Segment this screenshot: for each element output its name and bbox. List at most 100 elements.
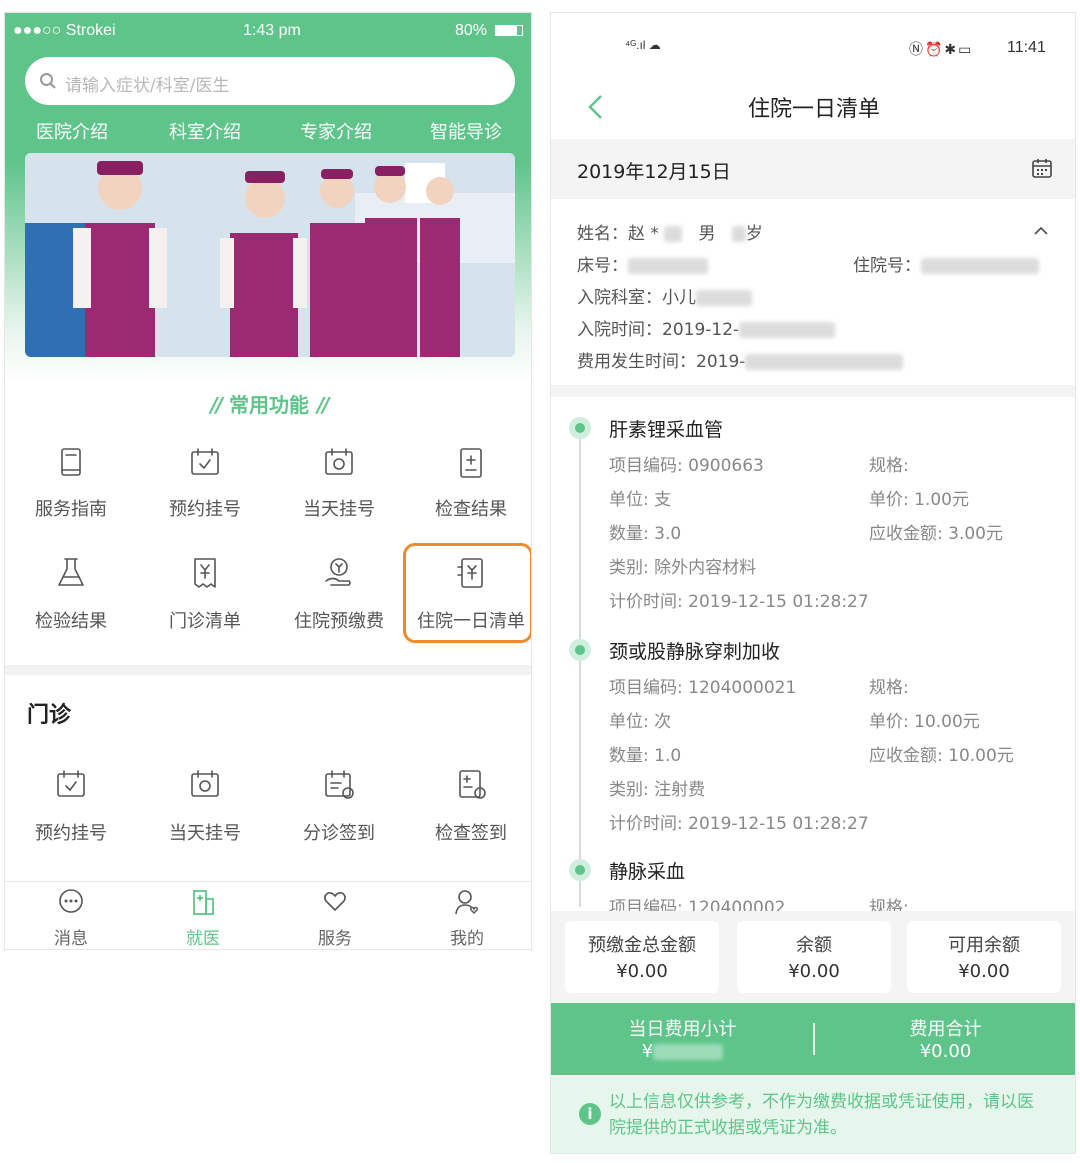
item-price: 单价: 1.00元 [869, 490, 969, 510]
fee-time-value: 2019- [696, 352, 746, 372]
calendar-check-icon [57, 770, 85, 797]
daily-subtotal-value: ¥ [551, 1041, 814, 1062]
item-amount: 应收金额: 3.00元 [869, 524, 1003, 544]
date-bar[interactable]: 2019年12月15日 [551, 143, 1075, 195]
exam-result-label: 检查结果 [435, 499, 507, 520]
item-code: 项目编码: 1204000021 [609, 678, 797, 698]
nav-bar: 住院一日清单 [551, 73, 1075, 139]
notice-text: 以上信息仅供参考，不作为缴费收据或凭证使用，请以医院提供的正式收据或凭证为准。 [609, 1092, 1034, 1138]
battery-icon [495, 25, 523, 36]
redacted-block [628, 258, 708, 274]
same-day-register-label: 当天挂号 [303, 499, 375, 520]
balance-card: 余额 ¥0.00 [737, 921, 891, 993]
date-text: 2019年12月15日 [577, 161, 731, 183]
item-unit: 单位: 次 [609, 712, 672, 732]
status-bar: ⁴ᴳ.ıl ☁ Ⓝ⏰✱▭ 11:41 [551, 13, 1075, 73]
lab-result-label: 检验结果 [35, 611, 107, 632]
timeline-line [579, 427, 581, 907]
available-balance-card: 可用余额 ¥0.00 [907, 921, 1061, 993]
name-row: 姓名：赵 * 男 岁 [577, 219, 763, 244]
available-balance-value: ¥0.00 [958, 961, 1010, 982]
item-spec: 规格: [869, 456, 909, 476]
timeline-dot [569, 859, 591, 881]
banner-photo [25, 153, 515, 357]
inpatient-prepay-label: 住院预缴费 [294, 611, 384, 632]
report-sign-icon [459, 770, 486, 799]
chevron-up-icon[interactable] [1033, 225, 1049, 237]
item-code: 项目编码: 0900663 [609, 456, 764, 476]
item-qty: 数量: 1.0 [609, 746, 682, 766]
timeline-dot [569, 417, 591, 439]
daily-subtotal: 当日费用小计 ¥ [551, 1015, 814, 1062]
redacted-block [739, 322, 836, 338]
calendar-today-icon [325, 448, 353, 475]
signal-icon: ⁴ᴳ.ıl ☁ [625, 38, 661, 52]
admit-time-value: 2019-12- [662, 320, 740, 340]
calendar-icon[interactable] [1031, 157, 1053, 179]
bed-label: 床号： [577, 256, 628, 276]
status-bar: ●●●○○ Strokei 1:43 pm 80% [5, 13, 531, 47]
item-code: 项目编码: 120400002 [609, 898, 786, 911]
hospital-icon [193, 890, 214, 915]
item-spec: 规格: [869, 678, 909, 698]
tab-messages[interactable]: 消息 [5, 888, 137, 949]
top-tabs: 医院介绍 科室介绍 专家介绍 智能导诊 [5, 113, 531, 153]
available-balance-label: 可用余额 [948, 935, 1020, 956]
tab-expert-intro[interactable]: 专家介绍 [281, 113, 391, 153]
item-qty: 数量: 3.0 [609, 524, 682, 544]
outpatient-section-title: 门诊 [27, 703, 72, 728]
section-divider [5, 665, 531, 675]
tab-services[interactable]: 服务 [269, 888, 401, 949]
redacted-block [745, 354, 904, 370]
fee-total-label: 费用合计 [909, 1019, 982, 1040]
age-suffix: 岁 [745, 224, 763, 244]
tab-medical[interactable]: 就医 [137, 888, 269, 949]
fee-item-list[interactable]: 肝素锂采血管 项目编码: 0900663 规格: 单位: 支 单价: 1.00元… [551, 397, 1075, 911]
redacted-block [664, 226, 683, 242]
item-price: 单价: 10.00元 [869, 712, 980, 732]
heart-hand-icon [324, 892, 346, 912]
status-time: 11:41 [1007, 39, 1046, 56]
search-input[interactable]: 请输入症状/科室/医生 [25, 57, 515, 105]
tab-medical-label: 就医 [186, 929, 220, 949]
hand-coin-icon [325, 558, 351, 586]
bed-row: 床号： [577, 251, 708, 276]
outpatient-same-day-label: 当天挂号 [169, 823, 241, 844]
item-amount: 应收金额: 10.00元 [869, 746, 1014, 766]
tab-hospital-intro[interactable]: 医院介绍 [17, 113, 127, 153]
calendar-sign-icon [325, 770, 354, 799]
item-time: 计价时间: 2019-12-15 01:28:27 [609, 814, 869, 834]
service-guide-label: 服务指南 [35, 499, 107, 520]
outpatient-appointment-label: 预约挂号 [35, 823, 107, 844]
highlight-box [403, 543, 531, 643]
prepay-total-label: 预缴金总金额 [588, 935, 696, 956]
balance-value: ¥0.00 [788, 961, 840, 982]
admit-time-label: 入院时间： [577, 320, 662, 340]
banner-image[interactable] [25, 153, 515, 357]
redacted-block [696, 290, 752, 306]
outpatient-bill-label: 门诊清单 [169, 611, 241, 632]
user-icon [455, 890, 479, 915]
prepay-total-card: 预缴金总金额 ¥0.00 [565, 921, 719, 993]
redacted-block [731, 226, 746, 242]
item-name: 颈或股静脉穿刺加收 [609, 641, 781, 663]
triage-signin-label: 分诊签到 [303, 823, 375, 844]
tab-smart-guide[interactable]: 智能导诊 [411, 113, 521, 153]
left-phone-screen: ●●●○○ Strokei 1:43 pm 80% 请输入症状/科室/医生 医院… [4, 12, 532, 950]
info-icon: i [579, 1103, 601, 1125]
tab-profile[interactable]: 我的 [401, 888, 531, 949]
patient-info-card: 姓名：赵 * 男 岁 床号： 住院号： 入院科室：小儿 入院时间：2019-12… [551, 199, 1075, 385]
item-spec: 规格: [869, 898, 909, 911]
carrier-text: ●●●○○ Strokei [13, 22, 116, 39]
flask-icon [58, 558, 84, 586]
book-icon [61, 448, 81, 476]
battery-text: 80% [455, 22, 488, 39]
receipt-yen-icon [194, 558, 216, 588]
notice-bar: i 以上信息仅供参考，不作为缴费收据或凭证使用，请以医院提供的正式收据或凭证为准… [551, 1077, 1075, 1153]
status-icons: Ⓝ⏰✱▭ [909, 41, 974, 57]
item-category: 类别: 除外内容材料 [609, 558, 757, 578]
gender-value: 男 [698, 224, 716, 244]
tab-department-intro[interactable]: 科室介绍 [150, 113, 260, 153]
tab-profile-label: 我的 [450, 929, 484, 949]
redacted-block [921, 258, 1039, 274]
